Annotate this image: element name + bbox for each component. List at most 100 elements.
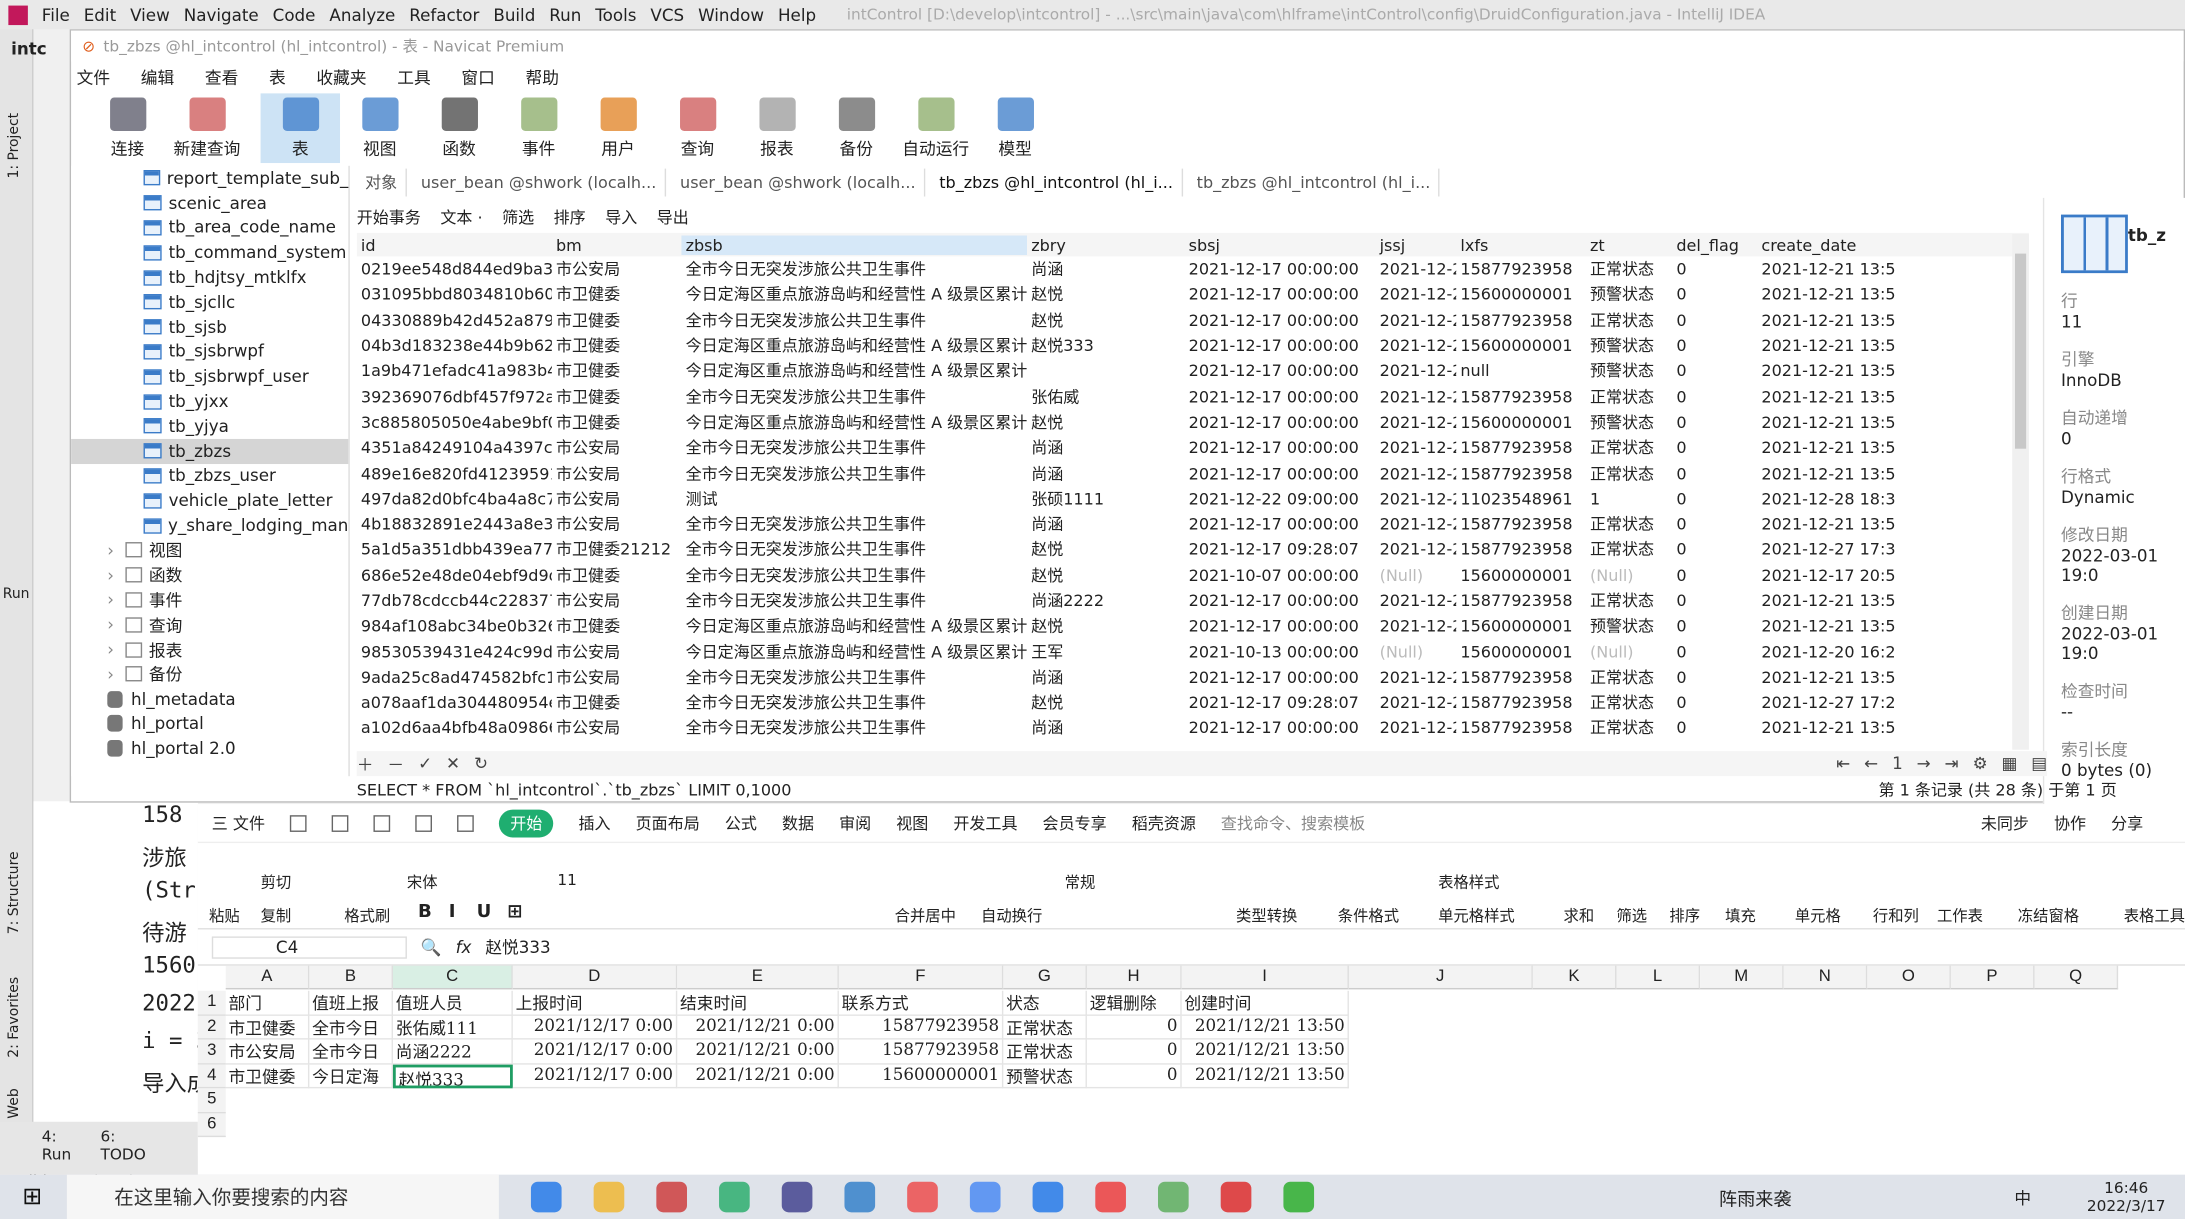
cell-sbsj[interactable]: 2021-12-17 00:00:00 <box>1184 667 1375 687</box>
cell-del_flag[interactable]: 0 <box>1672 718 1757 738</box>
cell-zt[interactable]: 1 <box>1586 489 1672 509</box>
ribbon-fill[interactable]: 填充 <box>1725 904 1756 926</box>
ide-menu-file[interactable]: File <box>42 5 70 25</box>
cell-zt[interactable]: 正常状态 <box>1586 309 1672 331</box>
ide-side-tab[interactable]: Run <box>3 587 30 602</box>
cell-zbsb[interactable]: 全市今日无突发涉旅公共卫生事件 <box>681 589 1027 611</box>
cell-bm[interactable]: 市卫健委 <box>552 564 682 586</box>
cell-id[interactable]: 4351a84249104a4397c9 <box>357 438 552 458</box>
cell-jssj[interactable]: 2021-12-2 <box>1375 616 1457 636</box>
sheet-cell[interactable]: 15600000001 <box>838 1063 1004 1089</box>
sheet-cell[interactable]: 2021/12/17 0:00 <box>512 1039 678 1064</box>
object-tab[interactable]: user_bean @shwork (localh... <box>412 168 667 197</box>
print-icon[interactable] <box>331 814 349 832</box>
cell-id[interactable]: 984af108abc34be0b326 <box>357 616 552 636</box>
tree-group-item[interactable]: › 备份 <box>71 662 348 687</box>
border-icon[interactable]: ⊞ <box>507 902 522 923</box>
cell-zt[interactable]: 预警状态 <box>1586 360 1672 382</box>
object-tab[interactable]: 对象 <box>357 168 407 197</box>
cell-bm[interactable]: 市卫健委21212 <box>552 538 682 560</box>
sheet-cell[interactable]: 创建时间 <box>1181 990 1349 1016</box>
cell-zbry[interactable]: 尚涵 <box>1027 666 1184 688</box>
cell-create_date[interactable]: 2021-12-21 13:5 <box>1757 412 1924 432</box>
toolbar-button[interactable]: 报表 <box>737 93 816 163</box>
cell-zbsb[interactable]: 全市今日无突发涉旅公共卫生事件 <box>681 564 1027 586</box>
cell-jssj[interactable]: 2021-12-2 <box>1375 514 1457 534</box>
cell-id[interactable]: 5a1d5a351dbb439ea773 <box>357 540 552 560</box>
sheet-cell[interactable]: 值班人员 <box>392 990 513 1016</box>
cell-jssj[interactable]: 2021-12-2 <box>1375 336 1457 356</box>
toolbar-button[interactable]: 事件 <box>499 93 578 163</box>
toolbar-button[interactable]: 新建查询 <box>167 93 246 163</box>
tree-table-item[interactable]: tb_zbzs_user <box>71 463 348 488</box>
wps-tab[interactable]: 页面布局 <box>636 812 700 834</box>
column-header[interactable]: create_date <box>1757 235 1924 255</box>
sheet-cell[interactable]: 全市今日 <box>309 1039 393 1064</box>
cell-id[interactable]: 77db78cdccb44c228377 <box>357 591 552 611</box>
toolbar-button[interactable]: 查询 <box>658 93 737 163</box>
ribbon-paste[interactable]: 粘贴 <box>209 904 240 926</box>
cell-id[interactable]: 497da82d0bfc4ba4a8c78 <box>357 489 552 509</box>
table-toolbar-button[interactable]: 导入 <box>605 206 637 228</box>
column-letter[interactable]: G <box>1003 965 1087 990</box>
ribbon-convert[interactable]: 类型转换 <box>1236 904 1297 926</box>
cell-zt[interactable]: 预警状态 <box>1586 334 1672 356</box>
ribbon-freeze[interactable]: 冻结窗格 <box>2018 904 2079 926</box>
cell-id[interactable]: 0219ee548d844ed9ba33 <box>357 259 552 279</box>
ide-menu-help[interactable]: Help <box>778 5 816 25</box>
cell-id[interactable]: a078aaf1da304480954e2 <box>357 693 552 713</box>
cell-zbry[interactable]: 赵悦 <box>1027 283 1184 305</box>
sheet-cell[interactable]: 尚涵2222 <box>392 1039 513 1064</box>
sheet-cell[interactable]: 逻辑删除 <box>1086 990 1182 1016</box>
sheet-cell[interactable]: 2021/12/21 13:50 <box>1181 1015 1349 1040</box>
ribbon-table-tools[interactable]: 表格工具 <box>2124 904 2185 926</box>
ribbon-table-style[interactable]: 表格样式 <box>1438 871 1499 893</box>
sheet-cell[interactable]: 2021/12/21 0:00 <box>677 1015 839 1040</box>
sheet-cell[interactable]: 2021/12/21 13:50 <box>1181 1063 1349 1089</box>
cell-bm[interactable]: 市公安局 <box>552 589 682 611</box>
table-row[interactable]: 686e52e48de04ebf9d9d3 市卫健委 全市今日无突发涉旅公共卫生事件… <box>357 562 2029 587</box>
navicat-menu-item[interactable]: 文件 <box>77 65 110 89</box>
row-number[interactable]: 1 <box>197 990 226 1016</box>
cell-jssj[interactable]: 2021-12-2 <box>1375 361 1457 381</box>
cell-del_flag[interactable]: 0 <box>1672 412 1757 432</box>
cell-del_flag[interactable]: 0 <box>1672 489 1757 509</box>
table-row[interactable]: 77db78cdccb44c228377 市公安局 全市今日无突发涉旅公共卫生事件尚… <box>357 588 2029 613</box>
cell-zt[interactable]: 正常状态 <box>1586 513 1672 535</box>
cell-zbsb[interactable]: 今日定海区重点旅游岛屿和经营性 A 级景区累计接 <box>681 640 1027 662</box>
navicat-menu-item[interactable]: 窗口 <box>461 65 494 89</box>
tree-group-item[interactable]: › 报表 <box>71 637 348 662</box>
column-letter[interactable]: P <box>1950 965 2035 990</box>
table-row[interactable]: 392369076dbf457f972a 市卫健委 全市今日无突发涉旅公共卫生事件张… <box>357 384 2029 409</box>
object-tab[interactable]: tb_zbzs @hl_intcontrol (hl_i... <box>930 168 1183 197</box>
cell-jssj[interactable]: 2021-12-2 <box>1375 259 1457 279</box>
cell-zbry[interactable]: 尚涵 <box>1027 513 1184 535</box>
sheet-cell[interactable]: 0 <box>1086 1063 1182 1089</box>
ide-code-editor[interactable]: 158 涉旅 (Str 待游 1560 2022- i = 3 导入成 <box>33 801 198 1157</box>
ime-indicator[interactable]: 中 <box>2014 1185 2031 1209</box>
cell-zbry[interactable]: 赵悦 <box>1027 691 1184 713</box>
cell-lxfs[interactable]: 15877923958 <box>1456 463 1586 483</box>
sheet-cell[interactable]: 状态 <box>1003 990 1087 1016</box>
column-letter[interactable]: B <box>309 965 393 990</box>
cell-sbsj[interactable]: 2021-12-17 00:00:00 <box>1184 336 1375 356</box>
save-icon[interactable] <box>290 814 307 832</box>
cell-jssj[interactable]: 2021-12-2 <box>1375 438 1457 458</box>
sheet-cell[interactable]: 2021/12/17 0:00 <box>512 1015 678 1040</box>
navicat-menu-item[interactable]: 编辑 <box>141 65 174 89</box>
cell-del_flag[interactable]: 0 <box>1672 565 1757 585</box>
tree-database-item[interactable]: hl_portal <box>71 711 348 736</box>
row-number[interactable]: 3 <box>197 1039 226 1064</box>
first-page-icon[interactable]: ⇤ <box>1836 754 1850 774</box>
cell-del_flag[interactable]: 0 <box>1672 693 1757 713</box>
taskbar-app-icon[interactable] <box>530 1181 562 1213</box>
row-number[interactable]: 5 <box>197 1088 226 1113</box>
ide-menu-window[interactable]: Window <box>698 5 764 25</box>
page-number[interactable]: 1 <box>1892 754 1903 774</box>
table-row[interactable]: 4b18832891e2443a8e33 市公安局 全市今日无突发涉旅公共卫生事件尚… <box>357 511 2029 536</box>
table-toolbar-button[interactable]: 开始事务 <box>357 206 421 228</box>
sheet-cell[interactable]: 15877923958 <box>838 1039 1004 1064</box>
cell-del_flag[interactable]: 0 <box>1672 667 1757 687</box>
table-row[interactable]: 0219ee548d844ed9ba33 市公安局 全市今日无突发涉旅公共卫生事件尚… <box>357 256 2029 281</box>
table-row[interactable]: 5a1d5a351dbb439ea773 市卫健委21212 全市今日无突发涉旅公共… <box>357 537 2029 562</box>
